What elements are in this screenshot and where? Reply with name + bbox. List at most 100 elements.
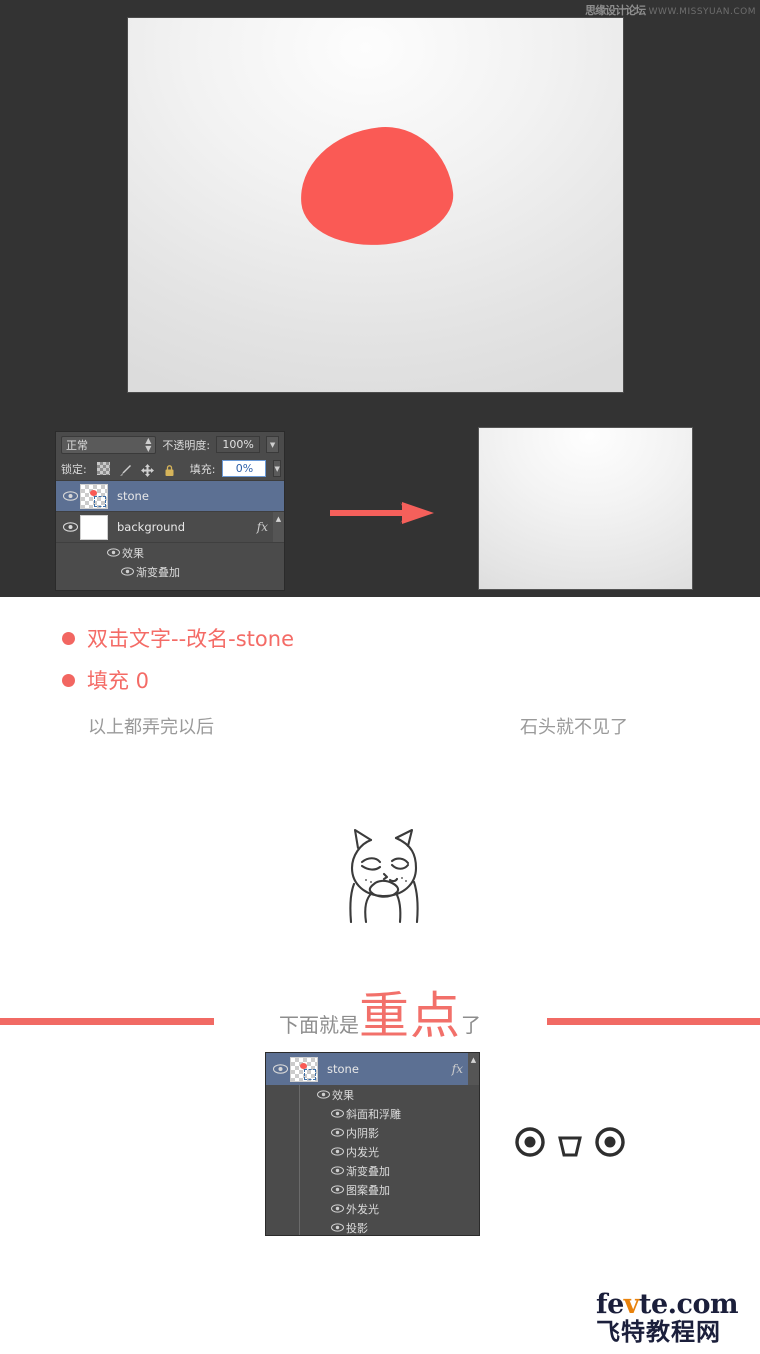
thinking-cat-illustration [338,822,430,926]
transparency-lock-icon[interactable] [96,462,110,475]
effect-label: 斜面和浮雕 [346,1107,401,1121]
effect-visibility-eye-icon[interactable] [328,1204,346,1213]
effects-group-label: 效果 [332,1088,354,1102]
effects-list: 斜面和浮雕内阴影内发光渐变叠加图案叠加外发光投影 [266,1104,479,1237]
opacity-dropdown-icon[interactable]: ▼ [266,436,279,453]
effect-row[interactable]: 图案叠加 [266,1180,479,1199]
effects-visibility-eye-icon[interactable] [314,1090,332,1099]
blend-opacity-row: 正常 ▲ ▼ 不透明度: 100% ▼ [56,432,284,457]
focus-prefix: 下面就是 [279,1013,359,1037]
effect-label: 内阴影 [346,1126,379,1140]
effect-row[interactable]: 投影 [266,1218,479,1237]
fill-dropdown-icon[interactable]: ▼ [273,460,281,477]
layer-row-stone[interactable]: stone fx ▲ [266,1053,479,1085]
fevte-logo[interactable]: fevte.com 飞特教程网 [596,1289,742,1346]
effects-group-label: 效果 [122,546,144,560]
caption-left: 以上都弄完以后 [88,717,214,738]
effect-visibility-eye-icon[interactable] [328,1166,346,1175]
photoshop-canvas-after [478,427,693,590]
effect-label: 投影 [346,1221,368,1235]
logo-domain-text: fevte.com [596,1289,742,1320]
opacity-label: 不透明度: [162,438,211,452]
scroll-up-arrow-icon[interactable]: ▲ [468,1053,479,1085]
annotation-rename: 双击文字--改名-stone [62,623,294,653]
caption-right: 石头就不见了 [520,717,628,738]
stone-shape [294,120,458,253]
effect-row[interactable]: 内阴影 [266,1123,479,1142]
effect-row[interactable]: 内发光 [266,1142,479,1161]
layers-panel-top: 正常 ▲ ▼ 不透明度: 100% ▼ 锁定: 填充: 0% ▼ stone b… [55,431,285,591]
thumbnail-vector-mask [94,495,106,507]
effects-tree-line [299,1085,300,1235]
bullet-dot-icon [62,673,75,687]
fill-input[interactable]: 0% [222,460,267,477]
photoshop-canvas-before [127,17,624,393]
layer-row-background[interactable]: background fx ▲ [56,512,284,543]
effect-visibility-eye-icon[interactable] [328,1185,346,1194]
effect-row-gradient-overlay[interactable]: 渐变叠加 [56,562,284,581]
fx-icon[interactable]: fx [452,1062,468,1076]
effect-visibility-eye-icon[interactable] [118,567,136,576]
transition-arrow [330,500,435,526]
fill-label: 填充: [189,462,216,476]
effect-label: 渐变叠加 [346,1164,390,1178]
effect-label: 图案叠加 [346,1183,390,1197]
logo-accent-letter: v [623,1289,640,1320]
effect-visibility-eye-icon[interactable] [328,1109,346,1118]
focus-suffix: 了 [461,1013,481,1037]
opacity-value: 100% [222,438,254,451]
effect-label: 内发光 [346,1145,379,1159]
site-watermark: 思缘设计论坛 WWW.MISSYUAN.COM [585,2,756,18]
lock-icon-group [96,462,176,477]
layer-visibility-eye-icon[interactable] [60,522,80,532]
surprised-face-emoticon [510,1125,630,1165]
effect-visibility-eye-icon[interactable] [328,1147,346,1156]
annotation-text: 填充 0 [87,669,150,693]
divider-right [547,1018,760,1025]
effect-row[interactable]: 斜面和浮雕 [266,1104,479,1123]
logo-part2: te.com [639,1289,739,1320]
effect-row[interactable]: 外发光 [266,1199,479,1218]
fx-icon[interactable]: fx [257,520,273,534]
thumbnail-vector-mask [304,1068,316,1080]
all-lock-icon[interactable] [163,462,176,476]
scroll-up-arrow-icon[interactable]: ▲ [273,512,284,542]
effect-visibility-eye-icon[interactable] [328,1128,346,1137]
logo-chinese-text: 飞特教程网 [596,1318,721,1346]
effects-group-row[interactable]: 效果 [56,543,284,562]
tutorial-page: 思缘设计论坛 WWW.MISSYUAN.COM 正常 ▲ ▼ 不透明度: 100… [0,0,760,1354]
fill-value: 0% [235,462,254,475]
blend-mode-value: 正常 [66,438,88,452]
annotation-fill-zero: 填充 0 [62,665,149,695]
lock-label: 锁定: [61,462,87,476]
layer-row-stone[interactable]: stone [56,481,284,512]
effect-row[interactable]: 渐变叠加 [266,1161,479,1180]
layer-visibility-eye-icon[interactable] [60,491,80,501]
layer-thumbnail-background [80,514,108,540]
divider-left [0,1018,214,1025]
brush-lock-icon[interactable] [119,462,132,476]
dark-screenshot-section: 思缘设计论坛 WWW.MISSYUAN.COM 正常 ▲ ▼ 不透明度: 100… [0,0,760,597]
layer-name-stone: stone [117,489,149,503]
watermark-site-url: WWW.MISSYUAN.COM [648,7,756,17]
chevron-updown-icon: ▲ ▼ [145,435,152,453]
layer-visibility-eye-icon[interactable] [270,1064,290,1074]
lock-fill-row: 锁定: 填充: 0% ▼ [56,457,284,481]
effect-label: 渐变叠加 [136,565,180,579]
focus-banner: 下面就是 重点 了 [245,987,515,1045]
layer-name-stone: stone [327,1062,359,1076]
layers-panel-bottom: stone fx ▲ 效果 斜面和浮雕内阴影内发光渐变叠加图案叠加外发光投影 [265,1052,480,1236]
opacity-input[interactable]: 100% [216,436,261,453]
layer-thumbnail-stone [80,483,108,509]
move-lock-icon[interactable] [140,462,154,477]
effects-group-row[interactable]: 效果 [266,1085,479,1104]
focus-highlight: 重点 [359,987,461,1045]
annotation-text: 双击文字--改名-stone [87,627,294,651]
blend-mode-select[interactable]: 正常 ▲ ▼ [61,435,157,454]
layer-name-background: background [117,520,186,534]
watermark-site-name: 思缘设计论坛 [585,4,646,17]
bullet-dot-icon [62,631,75,645]
effects-visibility-eye-icon[interactable] [104,548,122,557]
logo-part1: fe [596,1289,624,1320]
effect-visibility-eye-icon[interactable] [328,1223,346,1232]
